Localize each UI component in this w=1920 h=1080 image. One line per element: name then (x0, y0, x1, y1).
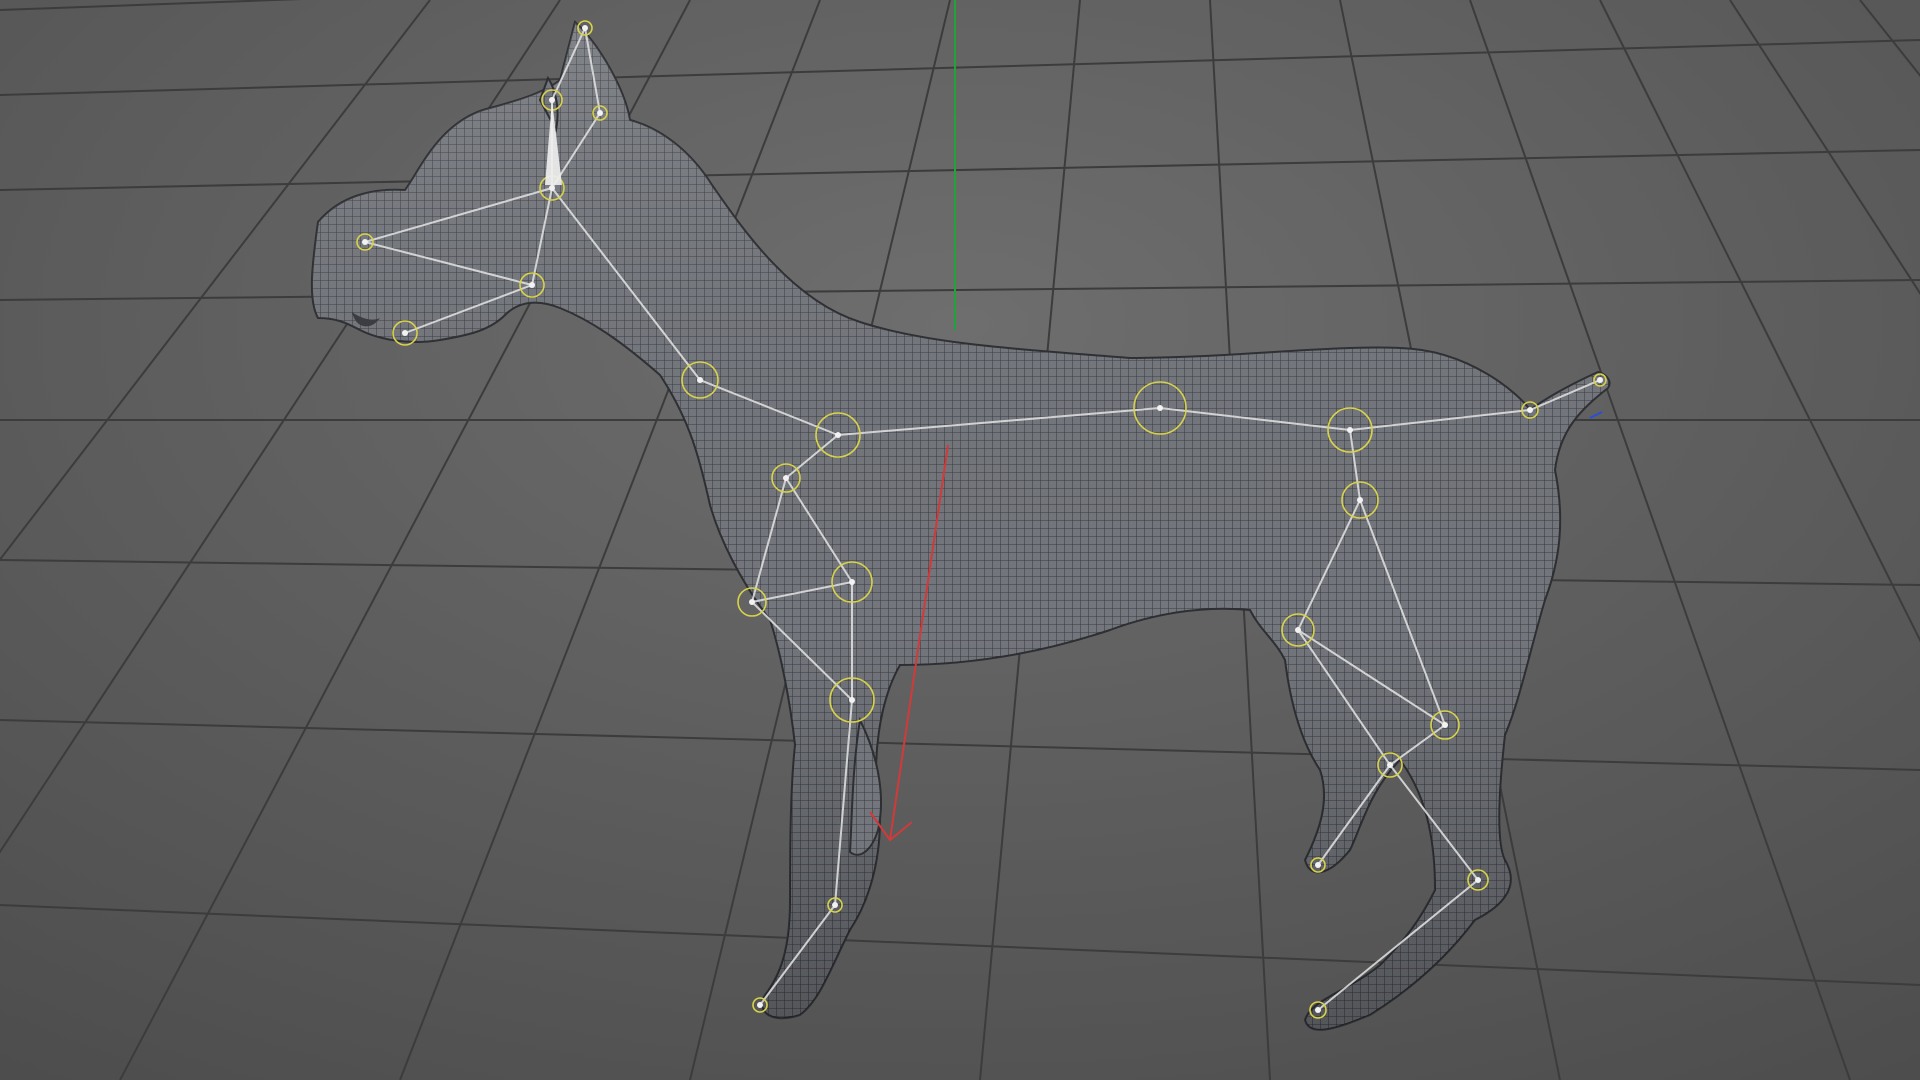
joint-dot-shoulder (783, 475, 789, 481)
joint-dot-elbowF (749, 599, 755, 605)
joint-dot-wristF (849, 579, 855, 585)
joint-dot-pawF2 (757, 1002, 763, 1008)
joint-dot-cheek (529, 282, 535, 288)
joint-dot-spineMid (1157, 405, 1163, 411)
joint-dot-backFoot2 (1315, 862, 1321, 868)
joint-dot-hockB (1442, 722, 1448, 728)
joint-dot-chest (835, 432, 841, 438)
joint-dot-tailTip (1597, 377, 1603, 383)
joint-dot-thigh (1357, 497, 1363, 503)
joint-dot-footB (1387, 762, 1393, 768)
joint-dot-neck (697, 377, 703, 383)
joint-dot-skull (549, 185, 555, 191)
joint-dot-kneeB (1295, 627, 1301, 633)
3d-viewport[interactable] (0, 0, 1920, 1080)
joint-dot-pastF (849, 697, 855, 703)
joint-dot-earTip (582, 25, 588, 31)
joint-dot-tailBase (1527, 407, 1533, 413)
joint-dot-pawB2 (1315, 1007, 1321, 1013)
joint-dot-jaw (402, 330, 408, 336)
joint-dot-nose (362, 239, 368, 245)
viewport-canvas[interactable] (0, 0, 1920, 1080)
joint-dot-hip (1347, 427, 1353, 433)
joint-dot-pawB1 (1475, 877, 1481, 883)
joint-dot-pawF1 (832, 902, 838, 908)
joint-dot-earMid (597, 110, 603, 116)
